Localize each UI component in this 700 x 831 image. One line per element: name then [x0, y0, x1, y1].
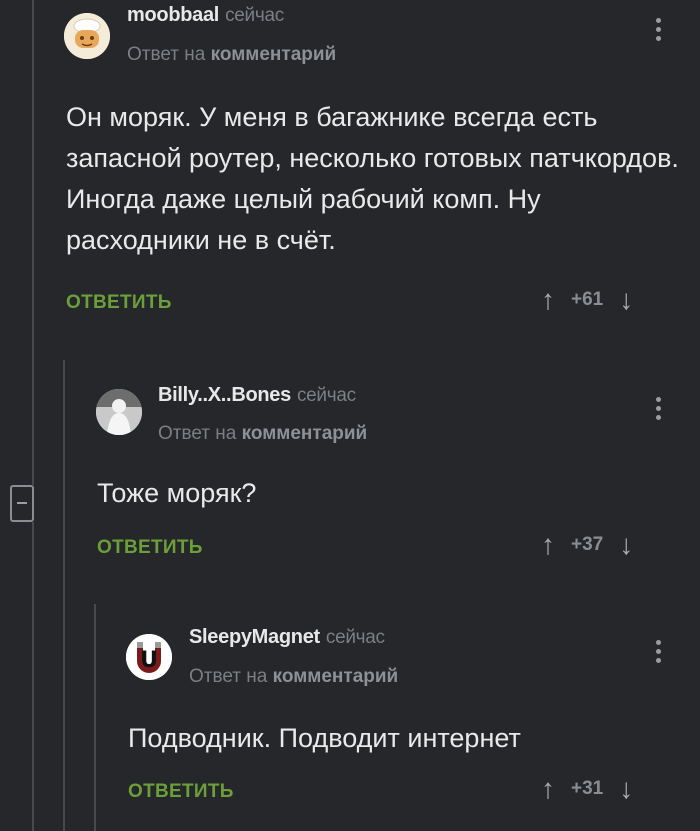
comment-time: сейчас [325, 627, 385, 648]
reply-prefix: Ответ на [189, 666, 268, 687]
more-options-icon[interactable] [654, 18, 662, 45]
comment-rating: +31 [571, 778, 604, 799]
more-options-icon[interactable] [654, 640, 662, 667]
magnet-avatar-icon: U [126, 634, 172, 680]
comment-rating: +61 [571, 289, 604, 310]
arrow-up-icon[interactable]: ↑ [541, 529, 555, 561]
reply-target-link[interactable]: комментарий [242, 423, 368, 444]
more-options-icon[interactable] [654, 397, 662, 424]
avatar[interactable] [64, 13, 110, 59]
reply-to: Ответ на комментарий [189, 666, 398, 688]
reply-button[interactable]: ОТВЕТИТЬ [128, 781, 234, 803]
vote-controls: ↑ +31 ↓ [541, 773, 633, 805]
reply-to: Ответ на комментарий [127, 44, 336, 66]
chef-avatar-icon [64, 13, 110, 59]
vote-controls: ↑ +61 ↓ [541, 284, 633, 316]
author-label: SleepyMagnet [189, 626, 320, 648]
reply-target-link[interactable]: комментарий [211, 44, 337, 65]
reply-button[interactable]: ОТВЕТИТЬ [97, 537, 203, 559]
author-label: Billy..X..Bones [158, 384, 291, 406]
comment-time: сейчас [296, 385, 356, 406]
svg-text:U: U [140, 648, 158, 673]
comment-text: Тоже моряк? [97, 478, 257, 508]
reply-prefix: Ответ на [127, 44, 206, 65]
reply-button[interactable]: ОТВЕТИТЬ [66, 292, 172, 314]
vote-controls: ↑ +37 ↓ [541, 529, 633, 561]
comment: moobbaal сейчас Ответ на комментарий Он м… [0, 0, 700, 340]
comment-rating: +37 [571, 534, 604, 555]
avatar[interactable] [96, 389, 142, 435]
author-name[interactable]: moobbaal сейчас [127, 4, 284, 27]
comment-text: Подводник. Подводит интернет [128, 723, 521, 753]
comment-time: сейчас [225, 5, 284, 26]
arrow-up-icon[interactable]: ↑ [541, 773, 555, 805]
arrow-up-icon[interactable]: ↑ [541, 284, 555, 316]
arrow-down-icon[interactable]: ↓ [619, 773, 633, 805]
reply-prefix: Ответ на [158, 423, 237, 444]
author-name[interactable]: Billy..X..Bones сейчас [158, 384, 356, 407]
reply-to: Ответ на комментарий [158, 423, 367, 445]
comment-text: Он моряк. У меня в багажнике всегда есть… [66, 102, 679, 255]
author-name[interactable]: SleepyMagnet сейчас [189, 626, 385, 649]
comment: Billy..X..Bones сейчас Ответ на комментар… [0, 375, 700, 575]
avatar[interactable]: U [126, 634, 172, 680]
comment: U SleepyMagnet сейчас Ответ на комментари… [0, 618, 700, 831]
arrow-down-icon[interactable]: ↓ [619, 284, 633, 316]
author-label: moobbaal [127, 4, 220, 26]
reply-target-link[interactable]: комментарий [273, 666, 399, 687]
arrow-down-icon[interactable]: ↓ [619, 529, 633, 561]
person-avatar-icon [96, 389, 142, 435]
